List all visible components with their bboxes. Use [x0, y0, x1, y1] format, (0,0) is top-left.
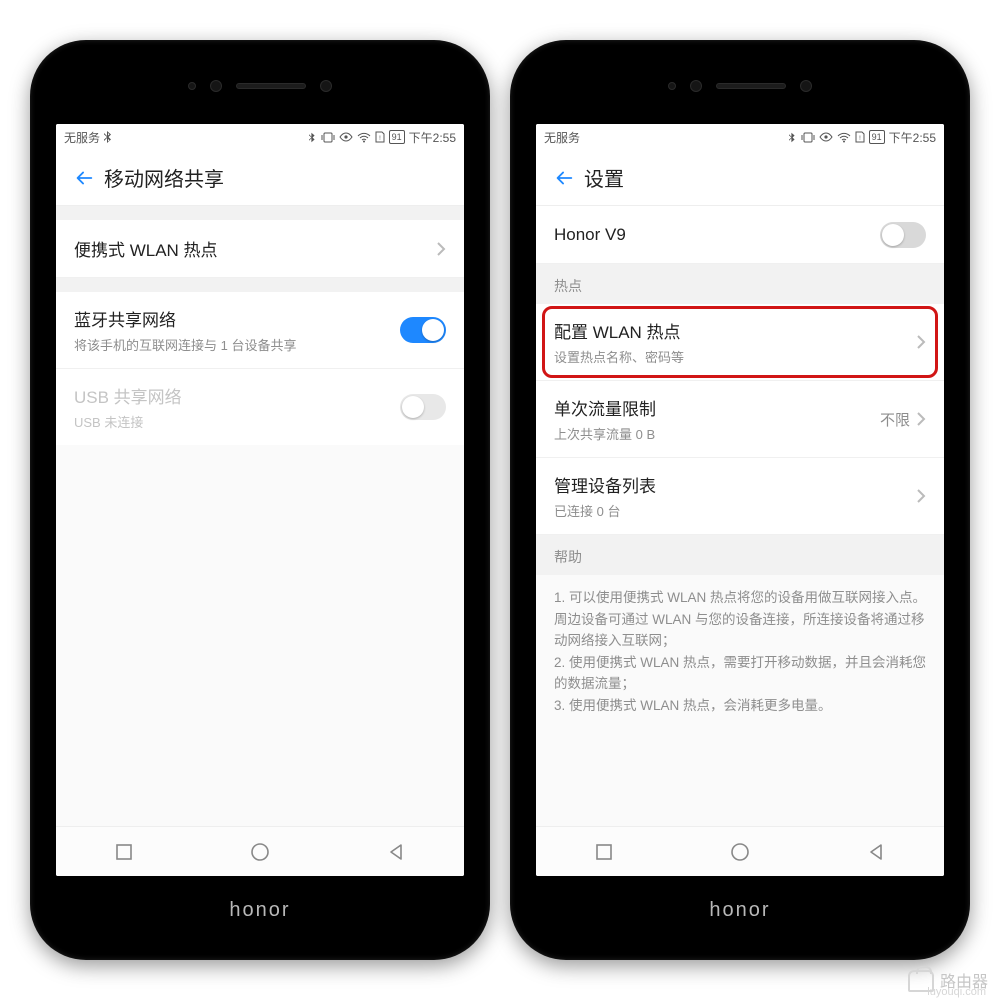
title-bar: 移动网络共享: [56, 150, 464, 206]
status-bar: 无服务 ! 91 下午2:55: [536, 124, 944, 150]
row-label: 配置 WLAN 热点: [554, 318, 916, 343]
chevron-right-icon: [916, 488, 926, 504]
bluetooth-small-icon: [789, 132, 797, 143]
nav-back-button[interactable]: [848, 834, 904, 870]
wifi-icon: [837, 132, 851, 143]
section-header-help: 帮助: [536, 535, 944, 575]
row-sublabel: 将该手机的互联网连接与 1 台设备共享: [74, 335, 400, 354]
brand-logo: honor: [522, 899, 958, 922]
section-header-hotspot: 热点: [536, 264, 944, 304]
carrier-label: 无服务: [544, 129, 580, 146]
vibrate-icon: [321, 132, 335, 143]
brand-logo: honor: [42, 899, 478, 922]
battery-indicator: 91: [389, 130, 405, 144]
clock-label: 下午2:55: [889, 129, 936, 146]
row-manage-devices[interactable]: 管理设备列表 已连接 0 台: [536, 458, 944, 535]
sim-icon: !: [375, 131, 385, 143]
help-text: 1. 可以使用便携式 WLAN 热点将您的设备用做互联网接入点。周边设备可通过 …: [536, 575, 944, 729]
usb-tether-toggle: [400, 394, 446, 420]
row-sublabel: 已连接 0 台: [554, 501, 916, 520]
vibrate-icon: [801, 132, 815, 143]
row-bluetooth-tether[interactable]: 蓝牙共享网络 将该手机的互联网连接与 1 台设备共享: [56, 292, 464, 369]
nav-recent-button[interactable]: [576, 834, 632, 870]
clock-label: 下午2:55: [409, 129, 456, 146]
row-label: 管理设备列表: [554, 472, 916, 497]
bluetooth-icon: [104, 131, 114, 143]
row-device-name[interactable]: Honor V9: [536, 206, 944, 264]
phone-frame-right: 无服务 ! 91 下午2:55: [510, 40, 970, 960]
row-value: 不限: [880, 409, 910, 430]
row-data-limit[interactable]: 单次流量限制 上次共享流量 0 B 不限: [536, 381, 944, 458]
row-portable-hotspot[interactable]: 便携式 WLAN 热点: [56, 220, 464, 278]
row-sublabel: 上次共享流量 0 B: [554, 424, 880, 443]
back-button[interactable]: [544, 158, 584, 198]
carrier-label: 无服务: [64, 129, 100, 146]
bluetooth-tether-toggle[interactable]: [400, 317, 446, 343]
bluetooth-small-icon: [309, 132, 317, 143]
svg-text:!: !: [859, 136, 861, 142]
battery-indicator: 91: [869, 130, 885, 144]
nav-home-button[interactable]: [712, 834, 768, 870]
row-configure-hotspot[interactable]: 配置 WLAN 热点 设置热点名称、密码等: [536, 304, 944, 381]
row-sublabel: USB 未连接: [74, 412, 400, 431]
row-label: 单次流量限制: [554, 395, 880, 420]
svg-text:!: !: [379, 136, 381, 142]
nav-home-button[interactable]: [232, 834, 288, 870]
row-usb-tether: USB 共享网络 USB 未连接: [56, 369, 464, 445]
wifi-icon: [357, 132, 371, 143]
page-title: 设置: [584, 163, 624, 192]
eye-icon: [339, 132, 353, 142]
page-title: 移动网络共享: [104, 163, 224, 192]
status-bar: 无服务: [56, 124, 464, 150]
eye-icon: [819, 132, 833, 142]
nav-recent-button[interactable]: [96, 834, 152, 870]
row-sublabel: 设置热点名称、密码等: [554, 347, 916, 366]
nav-back-button[interactable]: [368, 834, 424, 870]
row-label: USB 共享网络: [74, 383, 400, 408]
row-label: Honor V9: [554, 225, 880, 245]
row-label: 便携式 WLAN 热点: [74, 236, 436, 261]
row-label: 蓝牙共享网络: [74, 306, 400, 331]
hotspot-master-toggle[interactable]: [880, 222, 926, 248]
system-nav-bar: [56, 826, 464, 876]
chevron-right-icon: [916, 411, 926, 427]
back-button[interactable]: [64, 158, 104, 198]
system-nav-bar: [536, 826, 944, 876]
phone-frame-left: 无服务: [30, 40, 490, 960]
chevron-right-icon: [916, 334, 926, 350]
chevron-right-icon: [436, 241, 446, 257]
watermark: 路由器 luyouqi.com: [908, 968, 988, 992]
title-bar: 设置: [536, 150, 944, 206]
sim-icon: !: [855, 131, 865, 143]
